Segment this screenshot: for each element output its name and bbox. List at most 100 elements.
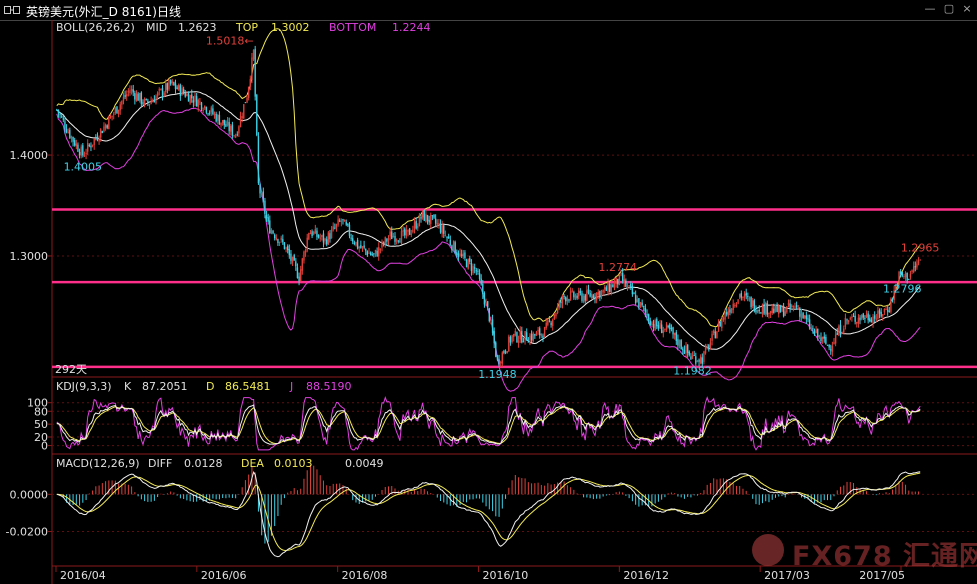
candle-body [308, 233, 310, 240]
candle-body [337, 219, 339, 225]
chart-canvas[interactable]: 1.4000 1.3000 1.5018← 1.4005 1.2796 1.1948 1.2… [0, 0, 977, 584]
candle-body [256, 95, 258, 136]
price-annotation: 1.2796 [883, 283, 922, 296]
price-annotation: 1.2774 [599, 261, 638, 274]
candle-body [238, 126, 240, 134]
candle-body [830, 349, 832, 351]
candle-body [361, 246, 364, 248]
candle-body [187, 93, 190, 102]
candle-body [888, 310, 890, 312]
candle-body [607, 282, 609, 293]
candle-body [587, 289, 590, 294]
candle-body [400, 231, 403, 244]
candle-body [129, 90, 131, 94]
candle-body [695, 356, 697, 364]
candle-body [77, 144, 79, 152]
candle-body [641, 302, 643, 306]
candle-body [233, 135, 235, 137]
candle-body [834, 334, 837, 344]
candle-body [365, 248, 367, 251]
candle-body [797, 308, 799, 310]
candle-body [113, 113, 115, 115]
candle-body [418, 214, 421, 227]
candle-body [82, 145, 84, 156]
candle-body [794, 306, 796, 308]
candle-body [470, 263, 473, 271]
candle-body [673, 333, 676, 336]
x-tick-label: 2016/08 [342, 569, 388, 582]
candle-body [521, 330, 523, 343]
candle-body [566, 298, 569, 302]
candle-body [717, 322, 720, 331]
candle-body [602, 289, 604, 293]
candle-body [714, 331, 717, 339]
candle-body [231, 124, 234, 136]
candle-body [589, 292, 591, 297]
candle-body [324, 238, 326, 241]
candle-body [421, 210, 424, 218]
candle-body [480, 278, 482, 285]
candle-body [236, 134, 238, 136]
candle-body [286, 246, 289, 251]
candle-body [699, 356, 702, 364]
candle-body [449, 239, 451, 245]
candle-body [223, 119, 225, 125]
kdj-d-label: D [206, 380, 215, 393]
candle-body [439, 223, 442, 233]
candle-body [278, 241, 281, 243]
candle-body [119, 104, 121, 111]
candle-body [347, 223, 349, 226]
candle-body [285, 247, 287, 249]
candle-body [613, 282, 616, 289]
candle-body [503, 350, 505, 353]
boll-mid-value: 1.2623 [178, 21, 217, 34]
candle-body [508, 336, 510, 352]
candle-body [506, 351, 508, 354]
candle-body [249, 79, 251, 87]
candle-body [145, 98, 147, 100]
candle-body [353, 242, 356, 245]
candle-body [844, 317, 847, 327]
candle-body [204, 105, 206, 109]
candle-body [267, 217, 269, 222]
candle-body [625, 280, 627, 287]
candle-body [857, 317, 860, 324]
candle-body [459, 253, 461, 256]
candle-body [426, 214, 429, 222]
candle-body [883, 308, 886, 313]
candle-body [417, 225, 419, 229]
candle-body [269, 220, 271, 234]
candle-body [181, 87, 183, 96]
candle-body [69, 129, 71, 138]
candle-body [851, 316, 853, 318]
candle-body [542, 335, 544, 339]
candle-body [787, 303, 790, 306]
candle-body [706, 345, 708, 347]
candle-body [630, 284, 632, 288]
candle-body [457, 253, 460, 258]
candle-body [782, 305, 785, 317]
boll-mid-label: MID [146, 21, 168, 34]
candle-body [288, 249, 291, 256]
candle-body [213, 113, 216, 115]
candle-body [366, 251, 369, 256]
candle-body [509, 336, 512, 343]
kdj-indicator-label: KDJ(9,3,3) [56, 380, 112, 393]
candle-body [578, 290, 580, 297]
candle-body [454, 242, 456, 254]
candle-body [127, 91, 130, 93]
price-annotation: 1.2965 [901, 241, 940, 254]
candle-body [799, 308, 801, 317]
candle-body [67, 131, 69, 133]
candle-body [568, 299, 570, 301]
candle-body [208, 112, 211, 114]
candle-body [548, 320, 551, 322]
candle-body [247, 86, 250, 98]
candle-body [88, 144, 91, 146]
candle-body [207, 113, 209, 115]
candle-body [404, 228, 406, 236]
candle-body [672, 327, 674, 335]
candle-body [836, 332, 838, 335]
candle-body [382, 242, 385, 245]
stock-chart-window[interactable]: 英镑美元(外汇_D 8161)日线 — ▢ × 1.4000 1.3000 1.50… [0, 0, 977, 584]
